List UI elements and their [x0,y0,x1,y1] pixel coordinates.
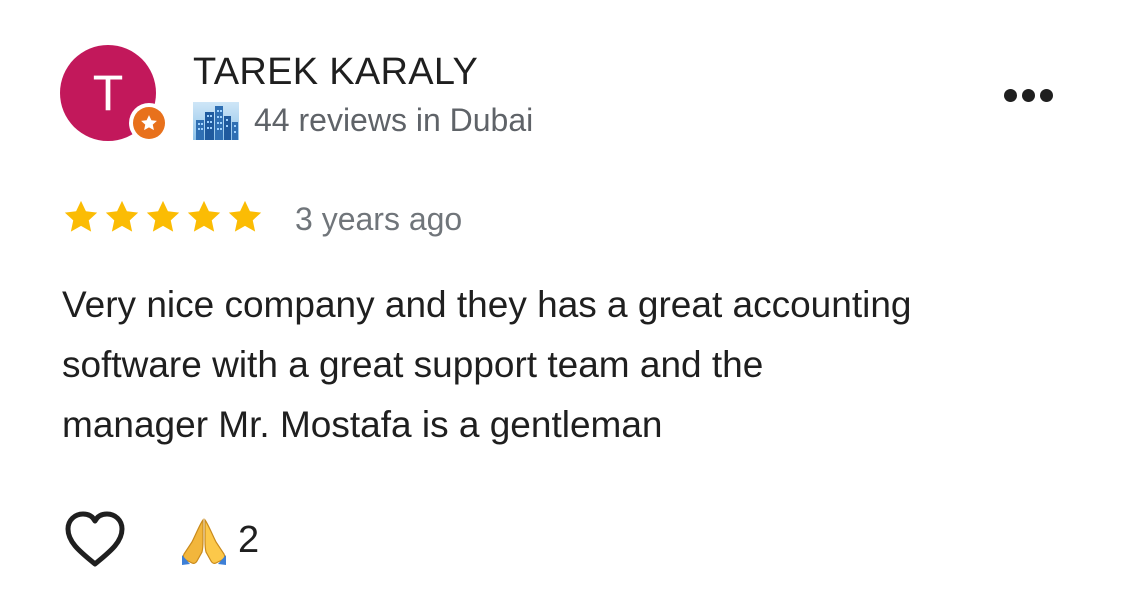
star-icon [187,200,221,232]
review-text: Very nice company and they has a great a… [62,275,1082,455]
reviewer-name[interactable]: TAREK KARALY [193,50,478,94]
review-text-line: manager Mr. Mostafa is a gentleman [62,404,663,445]
heart-outline-icon [65,511,125,567]
more-horizontal-icon [1004,89,1017,102]
review-card: T TAREK KARALY 44 reviews in Dubai 3 yea… [0,0,1125,589]
star-icon [64,200,98,232]
more-horizontal-icon-dot [1040,89,1053,102]
local-guide-star-icon [133,107,165,139]
star-rating [62,198,267,238]
reaction-summary[interactable]: 2 [178,512,259,568]
review-time: 3 years ago [295,201,463,237]
review-text-line: Very nice company and they has a great a… [62,284,912,325]
avatar-initial: T [92,65,124,121]
star-icon [228,200,262,232]
reviewer-review-count[interactable]: 44 reviews in Dubai [254,100,533,140]
reaction-count: 2 [238,519,260,561]
more-options-button[interactable] [998,80,1058,112]
star-icon [146,200,180,232]
city-skyline-icon [193,102,239,140]
star-icon [105,200,139,232]
like-button[interactable] [62,508,128,572]
local-guide-badge [129,103,169,143]
folded-hands-emoji [182,518,226,565]
more-horizontal-icon-dot [1022,89,1035,102]
review-text-line: software with a great support team and t… [62,344,764,385]
